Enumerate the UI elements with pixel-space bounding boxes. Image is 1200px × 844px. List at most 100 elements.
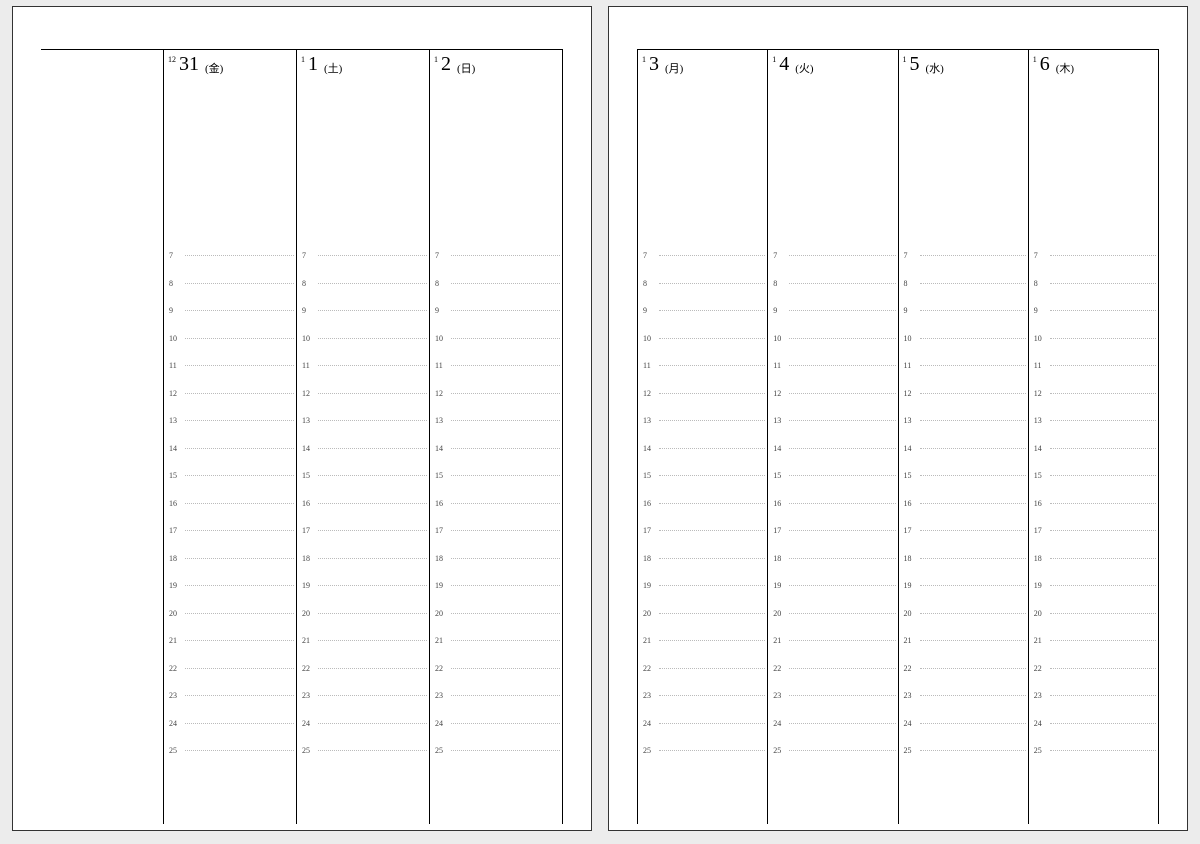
hour-row: 8 <box>899 270 1028 298</box>
day-number: 31 <box>179 54 199 74</box>
hour-label: 17 <box>643 526 655 535</box>
hour-row: 16 <box>164 490 296 518</box>
hour-row: 11 <box>430 352 562 380</box>
hour-label: 20 <box>1034 609 1046 618</box>
hour-label: 11 <box>643 361 655 370</box>
hour-label: 9 <box>1034 306 1046 315</box>
hour-label: 23 <box>302 691 314 700</box>
hour-label: 13 <box>435 416 447 425</box>
hour-label: 12 <box>904 389 916 398</box>
hour-label: 12 <box>435 389 447 398</box>
hour-line <box>659 255 765 256</box>
hour-label: 25 <box>169 746 181 755</box>
hour-label: 21 <box>643 636 655 645</box>
hour-line <box>451 613 560 614</box>
hour-label: 25 <box>1034 746 1046 755</box>
hour-row: 14 <box>430 435 562 463</box>
hour-row: 10 <box>297 325 429 353</box>
hour-label: 10 <box>904 334 916 343</box>
hour-label: 15 <box>643 471 655 480</box>
hour-line <box>451 640 560 641</box>
day-columns: 13(月)78910111213141516171819202122232425… <box>637 50 1159 824</box>
hour-line <box>451 723 560 724</box>
hour-row: 21 <box>768 627 897 655</box>
hour-line <box>1050 420 1156 421</box>
hour-row: 16 <box>899 490 1028 518</box>
hour-line <box>1050 668 1156 669</box>
hour-row: 9 <box>768 297 897 325</box>
hour-line <box>451 393 560 394</box>
hour-row: 13 <box>164 407 296 435</box>
hour-label: 7 <box>643 251 655 260</box>
hour-row: 7 <box>164 242 296 270</box>
hour-row: 20 <box>768 600 897 628</box>
hour-label: 24 <box>302 719 314 728</box>
weekday-label: (火) <box>789 54 813 75</box>
hour-label: 15 <box>435 471 447 480</box>
hour-line <box>185 365 294 366</box>
day-number: 4 <box>779 54 789 74</box>
hour-label: 8 <box>643 279 655 288</box>
day-column: 15(水)78910111213141516171819202122232425 <box>898 50 1028 824</box>
hour-line <box>920 310 1026 311</box>
hour-label: 25 <box>302 746 314 755</box>
hour-row: 10 <box>899 325 1028 353</box>
hour-line <box>185 448 294 449</box>
hour-label: 21 <box>302 636 314 645</box>
hour-label: 20 <box>169 609 181 618</box>
hour-row: 15 <box>899 462 1028 490</box>
hour-line <box>451 668 560 669</box>
hour-row: 12 <box>899 380 1028 408</box>
hour-line <box>920 283 1026 284</box>
hour-line <box>920 420 1026 421</box>
hour-line <box>451 255 560 256</box>
hour-line <box>1050 613 1156 614</box>
hour-row: 13 <box>768 407 897 435</box>
hour-row: 17 <box>638 517 767 545</box>
hour-row: 22 <box>297 655 429 683</box>
hour-line <box>920 448 1026 449</box>
hour-row: 16 <box>768 490 897 518</box>
hour-line <box>318 255 427 256</box>
planner-spread: 1231(金)789101112131415161718192021222324… <box>0 0 1200 844</box>
hour-label: 16 <box>169 499 181 508</box>
day-header: 1231(金) <box>164 50 296 82</box>
hour-row: 22 <box>768 655 897 683</box>
hour-row: 17 <box>164 517 296 545</box>
hour-label: 13 <box>302 416 314 425</box>
hour-label: 16 <box>302 499 314 508</box>
hour-row: 23 <box>768 682 897 710</box>
hour-line <box>318 310 427 311</box>
hour-label: 12 <box>643 389 655 398</box>
hour-label: 18 <box>169 554 181 563</box>
hour-row: 12 <box>164 380 296 408</box>
weekday-label: (日) <box>451 54 475 75</box>
hour-row: 25 <box>1029 737 1158 765</box>
hour-line <box>451 695 560 696</box>
hour-line <box>1050 283 1156 284</box>
hour-line <box>789 723 895 724</box>
hour-line <box>1050 640 1156 641</box>
hour-row: 16 <box>638 490 767 518</box>
hour-row: 23 <box>1029 682 1158 710</box>
hour-row: 10 <box>164 325 296 353</box>
hour-line <box>185 255 294 256</box>
hour-line <box>920 695 1026 696</box>
hour-row: 24 <box>638 710 767 738</box>
month-number: 1 <box>1033 54 1040 64</box>
day-header: 12(日) <box>430 50 562 82</box>
hour-row: 23 <box>638 682 767 710</box>
hour-row: 15 <box>638 462 767 490</box>
hour-row: 15 <box>430 462 562 490</box>
hour-row: 10 <box>1029 325 1158 353</box>
hour-line <box>789 640 895 641</box>
hour-line <box>789 338 895 339</box>
notes-area <box>297 82 429 242</box>
hour-line <box>451 585 560 586</box>
hour-line <box>451 530 560 531</box>
hour-row: 19 <box>768 572 897 600</box>
hour-line <box>659 283 765 284</box>
hour-row: 17 <box>768 517 897 545</box>
hour-row: 16 <box>430 490 562 518</box>
hour-row: 19 <box>1029 572 1158 600</box>
